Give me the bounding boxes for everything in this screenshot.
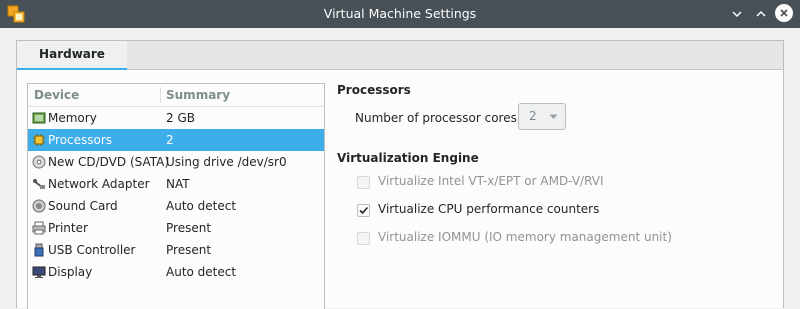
combobox-value: 2 — [529, 109, 537, 123]
display-icon — [32, 266, 46, 278]
device-name: Sound Card — [48, 199, 118, 213]
memory-icon — [32, 112, 46, 124]
cd-dvd-icon — [32, 155, 46, 169]
device-name: New CD/DVD (SATA) — [48, 155, 170, 169]
column-header-device[interactable]: Device — [34, 84, 79, 106]
processors-section-title: Processors — [337, 83, 411, 97]
minimize-button[interactable] — [728, 5, 746, 23]
device-row-memory[interactable]: Memory 2 GB — [28, 107, 324, 129]
processor-icon — [33, 134, 45, 146]
virtualize-iommu-checkbox[interactable] — [357, 232, 370, 245]
active-tab-indicator — [17, 68, 127, 70]
device-row-network-adapter[interactable]: Network Adapter NAT — [28, 173, 324, 195]
device-row-sound-card[interactable]: Sound Card Auto detect — [28, 195, 324, 217]
device-name: Printer — [48, 221, 88, 235]
title-bar: Virtual Machine Settings — [0, 0, 800, 28]
chevron-down-icon — [549, 114, 558, 119]
device-row-display[interactable]: Display Auto detect — [28, 261, 324, 283]
device-summary: NAT — [166, 177, 190, 191]
device-name: Network Adapter — [48, 177, 150, 191]
virtualize-perf-counters-checkbox[interactable] — [357, 204, 370, 217]
tab-hardware[interactable]: Hardware — [17, 41, 127, 70]
device-name: USB Controller — [48, 243, 136, 257]
device-summary: Using drive /dev/sr0 — [166, 155, 287, 169]
device-name: Memory — [48, 111, 97, 125]
virtualize-vtx-checkbox[interactable] — [357, 176, 370, 189]
device-summary: 2 GB — [166, 111, 195, 125]
device-row-cd-dvd[interactable]: New CD/DVD (SATA) Using drive /dev/sr0 — [28, 151, 324, 173]
settings-frame: Hardware Device Summary Memory 2 GB Proc… — [16, 40, 784, 309]
cores-label: Number of processor cores: — [355, 111, 521, 125]
chevron-up-icon — [756, 10, 766, 17]
device-summary: Auto detect — [166, 265, 237, 279]
device-summary: Present — [166, 221, 212, 235]
tab-bar: Hardware — [17, 41, 783, 70]
device-list-header: Device Summary — [28, 84, 324, 107]
virtualization-section-title: Virtualization Engine — [337, 151, 479, 165]
maximize-button[interactable] — [752, 5, 770, 23]
processor-cores-combobox[interactable]: 2 — [518, 103, 566, 130]
window-title: Virtual Machine Settings — [323, 6, 477, 21]
tab-label: Hardware — [39, 47, 105, 61]
device-list[interactable]: Device Summary Memory 2 GB Processors 2 … — [27, 83, 325, 309]
device-row-processors[interactable]: Processors 2 — [28, 129, 324, 151]
close-icon — [780, 9, 788, 17]
chevron-down-icon — [732, 11, 742, 18]
device-summary: Auto detect — [166, 199, 237, 213]
virtualize-vtx-label: Virtualize Intel VT-x/EPT or AMD-V/RVI — [378, 174, 604, 188]
sound-card-icon — [32, 199, 46, 213]
column-separator — [160, 87, 161, 103]
close-button[interactable] — [775, 4, 793, 22]
device-name: Processors — [48, 133, 113, 147]
virtualize-iommu-label: Virtualize IOMMU (IO memory management u… — [378, 230, 672, 244]
virtualize-perf-counters-label: Virtualize CPU performance counters — [378, 202, 600, 216]
device-name: Display — [48, 265, 93, 279]
checkmark-icon — [359, 206, 369, 215]
device-row-usb-controller[interactable]: USB Controller Present — [28, 239, 324, 261]
device-summary: 2 — [166, 133, 174, 147]
printer-icon — [32, 221, 46, 235]
network-adapter-icon — [33, 179, 45, 189]
device-row-printer[interactable]: Printer Present — [28, 217, 324, 239]
device-summary: Present — [166, 243, 212, 257]
column-header-summary[interactable]: Summary — [166, 84, 230, 106]
usb-icon — [34, 243, 44, 257]
